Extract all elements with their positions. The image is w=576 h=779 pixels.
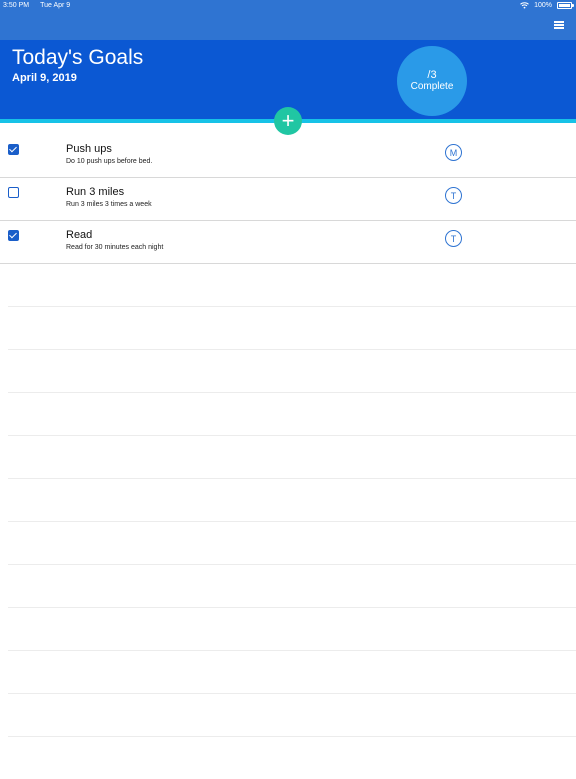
status-time: 3:50 PM: [3, 2, 30, 9]
goal-row[interactable]: Push ups Do 10 push ups before bed. M: [0, 135, 576, 178]
divider: [8, 693, 576, 736]
goal-title: Read: [66, 229, 93, 241]
divider: [8, 650, 576, 693]
divider: [8, 478, 576, 521]
divider: [8, 564, 576, 607]
battery-percent: 100%: [534, 2, 552, 9]
empty-list-lines: [8, 306, 576, 779]
status-bar: 3:50 PM Tue Apr 9 100%: [0, 0, 576, 40]
goal-checkbox[interactable]: [8, 230, 19, 241]
page-date: April 9, 2019: [12, 72, 77, 84]
goal-description: Read for 30 minutes each night: [66, 244, 164, 251]
status-date: Tue Apr 9: [40, 2, 71, 9]
progress-circle: /3 Complete: [397, 46, 467, 116]
goal-checkbox[interactable]: [8, 187, 19, 198]
goal-row[interactable]: Read Read for 30 minutes each night T: [0, 221, 576, 264]
progress-label: Complete: [410, 81, 454, 92]
divider: [8, 392, 576, 435]
goal-day-badge[interactable]: T: [445, 187, 462, 204]
divider: [8, 521, 576, 564]
goals-list: Push ups Do 10 push ups before bed. M Ru…: [0, 135, 576, 264]
goal-day-badge[interactable]: T: [445, 230, 462, 247]
goal-title: Push ups: [66, 143, 112, 155]
goal-description: Do 10 push ups before bed.: [66, 158, 153, 165]
goal-description: Run 3 miles 3 times a week: [66, 201, 152, 208]
status-left: 3:50 PM Tue Apr 9: [3, 2, 70, 9]
goal-title: Run 3 miles: [66, 186, 125, 198]
divider: [8, 306, 576, 349]
divider: [8, 435, 576, 478]
wifi-icon: [520, 2, 529, 9]
page-title: Today's Goals: [12, 46, 144, 69]
hamburger-menu-icon[interactable]: [554, 21, 564, 29]
battery-icon: [557, 2, 574, 9]
divider: [8, 349, 576, 392]
goal-checkbox[interactable]: [8, 144, 19, 155]
goal-day-badge[interactable]: M: [445, 144, 462, 161]
status-right: 100%: [520, 2, 574, 9]
add-goal-button[interactable]: +: [274, 107, 302, 135]
goal-row[interactable]: Run 3 miles Run 3 miles 3 times a week T: [0, 178, 576, 221]
divider: [8, 607, 576, 650]
divider: [8, 736, 576, 779]
progress-count: /3: [427, 69, 437, 81]
